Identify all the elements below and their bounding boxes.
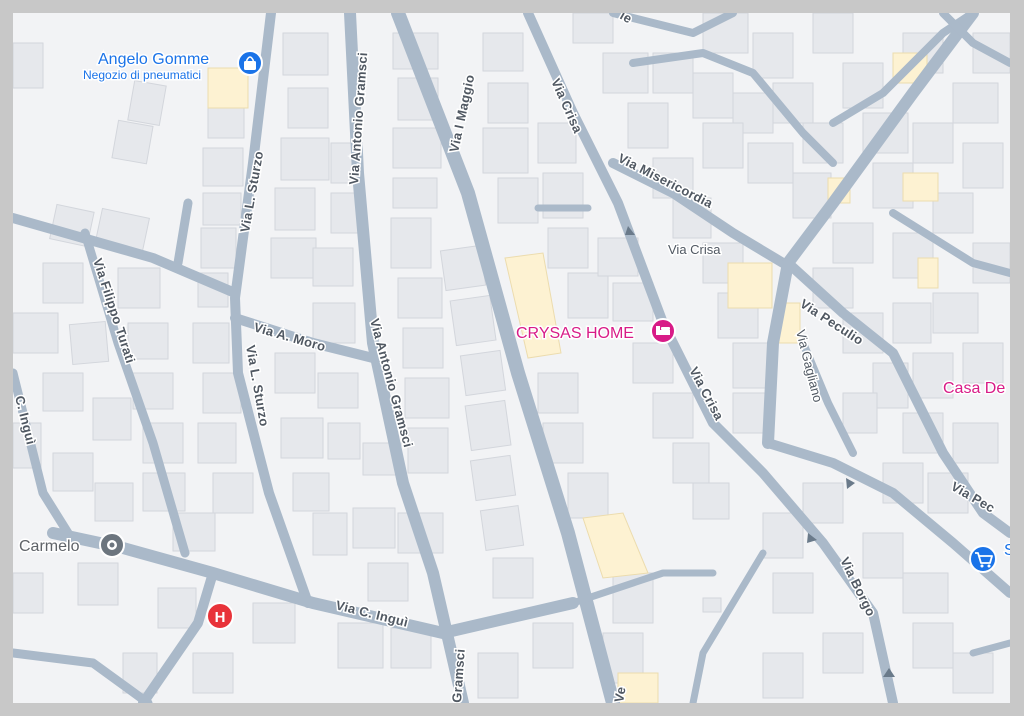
poi-name: Carmelo (19, 538, 80, 555)
poi-name: Casa De (943, 380, 1005, 397)
one-way-arrow-icon (846, 478, 855, 489)
poi-name: S (1004, 542, 1010, 559)
map-canvas[interactable]: Via L. Sturzo Via L. Sturzo Via Antonio … (13, 13, 1010, 703)
shopping-bag-icon (237, 50, 263, 76)
hospital-letter: H (215, 609, 226, 626)
hospital-icon: H (206, 602, 234, 630)
street-label-via-crisa: Via Crisa (668, 242, 721, 257)
poi-hospital[interactable]: H (206, 602, 234, 630)
street-label-via-i-maggio: Via I Maggio (446, 73, 477, 154)
place-marker-icon (99, 532, 125, 558)
poi-shop[interactable]: S (969, 541, 1010, 573)
poi-category: Negozio di pneumatici (83, 68, 201, 82)
poi-casa-de[interactable]: Casa De (942, 379, 1007, 399)
poi-name: CRYSAS HOME (516, 325, 634, 342)
map-view[interactable]: Via L. Sturzo Via L. Sturzo Via Antonio … (13, 13, 1010, 703)
poi-name: Angelo Gomme (98, 51, 209, 68)
street-label-via-gagliano: Via Gagliano (793, 328, 826, 404)
hotel-bed-icon (650, 318, 676, 344)
shopping-cart-icon (969, 545, 997, 573)
street-label-ve: Ve (611, 685, 629, 703)
